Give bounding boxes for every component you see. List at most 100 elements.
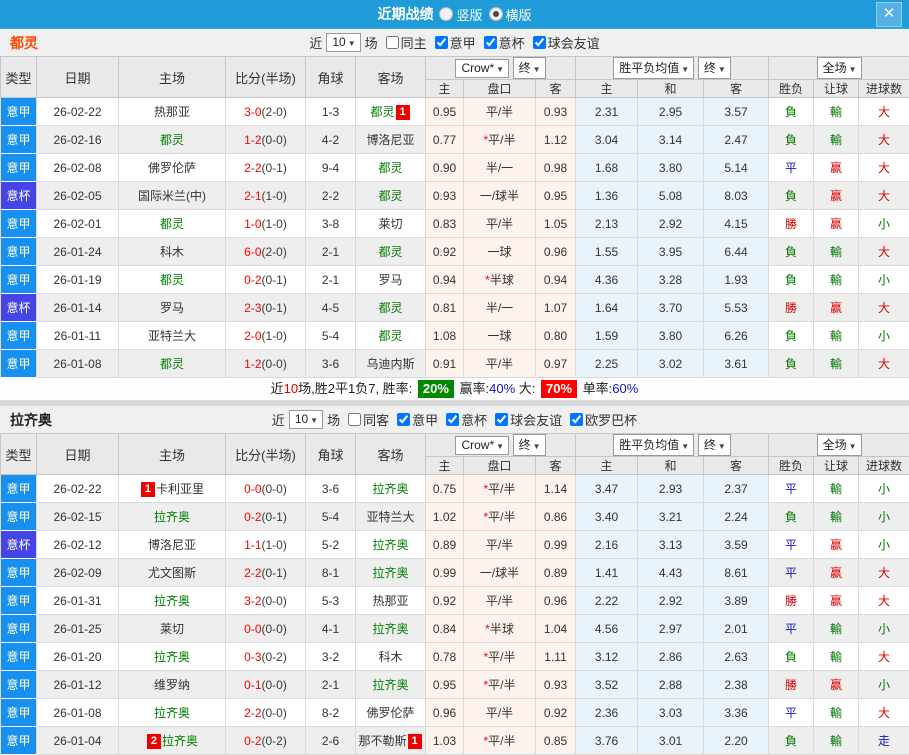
match-row: 意甲 26-01-20 拉齐奥 0-3(0-2) 3-2 科木 0.78 *平/… (1, 643, 909, 671)
cell-odds-away: 0.89 (536, 559, 576, 587)
cell-avg-away: 3.89 (704, 587, 769, 615)
cell-league: 意甲 (1, 727, 37, 755)
cell-avg-away: 3.59 (704, 531, 769, 559)
window-title: 近期战绩 (377, 4, 433, 24)
cell-result: 負 (769, 266, 814, 294)
checkbox-意杯[interactable] (484, 36, 497, 49)
cell-avg-home: 4.56 (576, 615, 638, 643)
checkbox-球会友谊[interactable] (495, 413, 508, 426)
avg-odds-select[interactable]: 胜平负均值▼ (613, 434, 694, 456)
avg-time-select[interactable]: 终▼ (698, 57, 731, 79)
checkbox-label: 同客 (363, 410, 389, 429)
cell-odds-away: 0.97 (536, 350, 576, 378)
cell-result: 負 (769, 350, 814, 378)
chevron-down-icon: ▼ (849, 442, 857, 451)
filter-checkbox-同客[interactable]: 同客 (344, 410, 389, 429)
filter-checkbox-欧罗巴杯[interactable]: 欧罗巴杯 (566, 410, 637, 429)
team-label: 都灵 (378, 245, 402, 259)
cell-goals: 大 (859, 154, 909, 182)
filter-checkbox-意甲[interactable]: 意甲 (393, 410, 438, 429)
cell-avg-away: 1.93 (704, 266, 769, 294)
match-row: 意甲 26-02-16 都灵 1-2(0-0) 4-2 博洛尼亚 0.77 *平… (1, 126, 909, 154)
cell-handicap-result: 輸 (814, 475, 859, 503)
cell-home-team: 亚特兰大 (119, 322, 226, 350)
cell-odds-home: 0.77 (426, 126, 464, 154)
cell-avg-away: 8.03 (704, 182, 769, 210)
cell-odds-home: 0.94 (426, 266, 464, 294)
match-row: 意甲 26-02-22 热那亚 3-0(2-0) 1-3 都灵1 0.95 平/… (1, 98, 909, 126)
cell-odds-away: 1.05 (536, 210, 576, 238)
checkbox-意杯[interactable] (446, 413, 459, 426)
cell-home-team: 维罗纳 (119, 671, 226, 699)
cell-avg-away: 2.01 (704, 615, 769, 643)
filter-checkbox-球会友谊[interactable]: 球会友谊 (491, 410, 562, 429)
cell-corners: 5-3 (306, 587, 356, 615)
team-label: 拉齐奥 (372, 538, 408, 552)
match-row: 意甲 26-01-31 拉齐奥 3-2(0-0) 5-3 热那亚 0.92 平/… (1, 587, 909, 615)
cell-home-team: 都灵 (119, 266, 226, 294)
cell-corners: 3-2 (306, 643, 356, 671)
period-select[interactable]: 全场▼ (817, 434, 862, 456)
cell-away-team: 都灵 (356, 182, 426, 210)
odds-time-select[interactable]: 终▼ (513, 434, 546, 456)
odds-time-select[interactable]: 终▼ (513, 57, 546, 79)
filter-checkbox-意杯[interactable]: 意杯 (480, 33, 525, 52)
checkbox-同主[interactable] (386, 36, 399, 49)
subcol-进球数: 进球数 (859, 457, 909, 475)
cell-away-team: 都灵 (356, 238, 426, 266)
cell-result: 平 (769, 559, 814, 587)
close-button[interactable]: ✕ (876, 2, 902, 27)
subcol-客: 客 (704, 80, 769, 98)
cell-avg-draw: 5.08 (638, 182, 704, 210)
checkbox-label: 意甲 (450, 33, 476, 52)
match-row: 意甲 26-02-22 1卡利亚里 0-0(0-0) 3-6 拉齐奥 0.75 … (1, 475, 909, 503)
filter-checkbox-意甲[interactable]: 意甲 (431, 33, 476, 52)
matches-table: 类型 日期 主场 比分(半场) 角球 客场 Crow*▼ 终▼ 胜平负均值▼ 终… (0, 433, 909, 755)
avg-time-select[interactable]: 终▼ (698, 434, 731, 456)
team-label: 亚特兰大 (366, 510, 414, 524)
checkbox-欧罗巴杯[interactable] (570, 413, 583, 426)
checkbox-球会友谊[interactable] (533, 36, 546, 49)
cell-handicap: *平/半 (464, 643, 536, 671)
cell-odds-home: 0.92 (426, 587, 464, 615)
subcol-让球: 让球 (814, 457, 859, 475)
checkbox-label: 意杯 (461, 410, 487, 429)
cell-handicap-result: 輸 (814, 699, 859, 727)
checkbox-同客[interactable] (348, 413, 361, 426)
cell-score: 1-2(0-0) (226, 350, 306, 378)
radio-horizontal-layout[interactable]: 横版 (489, 5, 532, 24)
chevron-down-icon: ▼ (533, 65, 541, 74)
cell-corners: 8-1 (306, 559, 356, 587)
checkbox-意甲[interactable] (435, 36, 448, 49)
radio-horizontal-label: 横版 (506, 5, 532, 24)
cell-goals: 大 (859, 350, 909, 378)
avg-odds-select[interactable]: 胜平负均值▼ (613, 57, 694, 79)
chevron-down-icon: ▼ (310, 416, 318, 425)
match-count-select[interactable]: 10▼ (289, 410, 323, 429)
bookmaker-select[interactable]: Crow*▼ (455, 436, 509, 455)
cell-handicap-result: 輸 (814, 238, 859, 266)
match-count-select[interactable]: 10▼ (326, 33, 360, 52)
cell-avg-away: 8.61 (704, 559, 769, 587)
checkbox-意甲[interactable] (397, 413, 410, 426)
cell-handicap-result: 輸 (814, 643, 859, 671)
cell-league: 意杯 (1, 182, 37, 210)
cell-goals: 大 (859, 643, 909, 671)
cell-league: 意甲 (1, 126, 37, 154)
filter-checkbox-球会友谊[interactable]: 球会友谊 (529, 33, 600, 52)
cell-handicap-result: 赢 (814, 671, 859, 699)
cell-odds-away: 0.96 (536, 587, 576, 615)
cell-result: 勝 (769, 671, 814, 699)
bookmaker-select[interactable]: Crow*▼ (455, 59, 509, 78)
subcol-客: 客 (704, 457, 769, 475)
period-select[interactable]: 全场▼ (817, 57, 862, 79)
cell-handicap-result: 輸 (814, 266, 859, 294)
filter-checkbox-同主[interactable]: 同主 (382, 33, 427, 52)
cell-score: 0-2(0-1) (226, 266, 306, 294)
radio-vertical-layout[interactable]: 竖版 (439, 5, 482, 24)
team-label: 热那亚 (154, 105, 190, 119)
cell-odds-home: 1.02 (426, 503, 464, 531)
cell-league: 意甲 (1, 210, 37, 238)
cell-odds-away: 1.11 (536, 643, 576, 671)
filter-checkbox-意杯[interactable]: 意杯 (442, 410, 487, 429)
